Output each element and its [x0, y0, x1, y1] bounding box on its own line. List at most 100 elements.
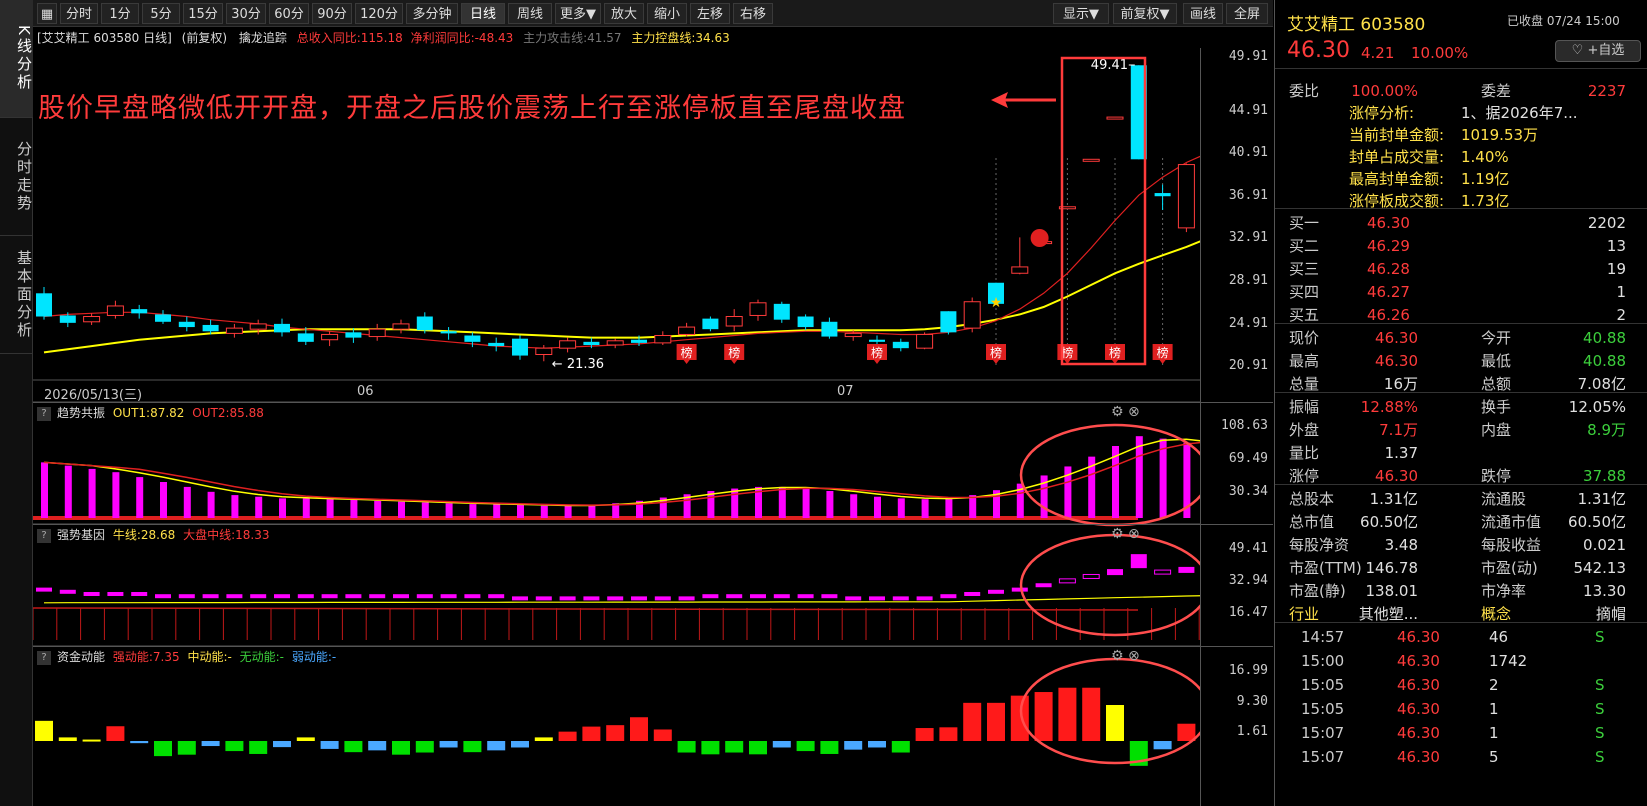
bang-marker: 榜: [1057, 344, 1078, 364]
sub1-out1-line: [43, 438, 1200, 507]
limit-analysis-row: 最高封单金额: 1.19亿: [1275, 168, 1647, 191]
sub3-bar: [463, 741, 482, 753]
tab-120min[interactable]: 120分: [355, 3, 403, 24]
adjust-menu[interactable]: 前复权▼: [1113, 3, 1177, 24]
sub3-bar: [130, 741, 149, 744]
row-value: 1019.53万: [1461, 126, 1539, 144]
sub1-tick: 30.34: [1228, 484, 1268, 499]
row-label-2: 概念: [1481, 605, 1512, 623]
fullscreen-button[interactable]: 全屏: [1226, 3, 1268, 24]
tab-multi-min[interactable]: 多分钟: [406, 3, 458, 24]
row-label-2: 内盘: [1481, 421, 1512, 439]
sub3-bar: [368, 741, 387, 751]
help-icon[interactable]: ?: [37, 406, 51, 421]
row-label: 行业: [1289, 605, 1320, 623]
indicator-name[interactable]: 擒龙追踪: [239, 31, 287, 45]
move-right-button[interactable]: 右移: [733, 3, 773, 24]
row-value: 1.40%: [1461, 148, 1509, 166]
sub3-bar: [749, 741, 767, 755]
row-label: 最高封单金额:: [1349, 170, 1445, 188]
attack-line: 主力攻击线:41.57: [523, 31, 622, 45]
sub1-bar: [897, 498, 905, 518]
tab-more[interactable]: 更多▼: [555, 3, 601, 24]
sub1-name[interactable]: 趋势共振: [57, 406, 105, 420]
tab-90min[interactable]: 90分: [312, 3, 352, 24]
row-label-2: 流通股: [1481, 490, 1527, 508]
sub3-bar: [939, 727, 958, 741]
grid-icon[interactable]: ▦: [37, 3, 57, 24]
sub1-bar: [88, 468, 96, 518]
sub3-bar: [415, 741, 434, 753]
sub2-block: [607, 596, 624, 601]
sub3-bar: [582, 726, 601, 741]
tab-1min[interactable]: 1分: [101, 3, 139, 24]
sub2-block: [916, 596, 933, 601]
sub2-name[interactable]: 强势基因: [57, 528, 105, 542]
tab-5min[interactable]: 5分: [142, 3, 180, 24]
display-menu[interactable]: 显示▼: [1053, 3, 1109, 24]
bid-row[interactable]: 买一 46.30 2202: [1275, 212, 1647, 235]
min-price-label: ← 21.36: [552, 357, 604, 372]
price-change: 4.21: [1361, 44, 1395, 62]
add-watchlist-button[interactable]: ♡ +自选: [1555, 40, 1641, 62]
sub1-header: ? 趋势共振 OUT1:87.82 OUT2:85.88: [33, 402, 1273, 423]
row-label: 封单占成交量:: [1349, 148, 1445, 166]
sub3-bar: [82, 739, 101, 742]
help-icon[interactable]: ?: [37, 528, 51, 543]
bid-row[interactable]: 买四 46.27 1: [1275, 281, 1647, 304]
sub1-bar: [350, 500, 358, 518]
sub2-bull: 牛线:28.68: [112, 528, 176, 542]
sub1-bar: [493, 504, 501, 518]
quote-row: 总股本 1.31亿 流通股 1.31亿: [1275, 488, 1647, 511]
move-left-button[interactable]: 左移: [690, 3, 730, 24]
bang-marker: 榜: [724, 344, 745, 364]
zoom-in-button[interactable]: 放大: [604, 3, 644, 24]
sub3-bar: [630, 717, 648, 741]
kline-chart[interactable]: 榜榜榜榜榜榜榜★49.41← 21.36 ⚙ ⊗⚙ ⊗⚙ ⊗: [33, 48, 1200, 806]
indicator-info-bar: [艾艾精工 603580 日线] (前复权) 擒龙追踪 总收入同比:115.18…: [33, 28, 1273, 48]
tab-intraday[interactable]: 分时走势: [0, 118, 33, 236]
tick-price: 46.30: [1397, 700, 1440, 718]
star-icon: ★: [990, 295, 1003, 311]
bid-row[interactable]: 买五 46.26 2: [1275, 304, 1647, 327]
row-label: 振幅: [1289, 398, 1320, 416]
draw-button[interactable]: 画线: [1183, 3, 1223, 24]
help-icon[interactable]: ?: [37, 650, 51, 665]
bid-row[interactable]: 买二 46.29 13: [1275, 235, 1647, 258]
tab-weekly[interactable]: 周线: [508, 3, 552, 24]
sub2-block: [440, 594, 457, 599]
revenue-yoy: 总收入同比:115.18: [296, 31, 403, 45]
tab-15min[interactable]: 15分: [183, 3, 223, 24]
quote-row: 涨停 46.30 跌停 37.88: [1275, 465, 1647, 488]
sub3-bar: [320, 741, 339, 749]
row-value-2: 40.88: [1583, 352, 1626, 370]
sub2-block: [654, 596, 671, 601]
tab-1m-time[interactable]: 分时: [60, 3, 98, 24]
tab-fundamentals[interactable]: 基本面分析: [0, 236, 33, 354]
row-value-2: 40.88: [1583, 329, 1626, 347]
row-value: 138.01: [1365, 582, 1419, 600]
sub2-block: [1082, 573, 1100, 579]
row-label: 现价: [1289, 329, 1320, 347]
row-label-2: 市盈(动): [1481, 559, 1538, 577]
quote-row: 现价 46.30 今开 40.88: [1275, 327, 1647, 350]
sub3-name[interactable]: 资金动能: [57, 650, 105, 664]
tab-30min[interactable]: 30分: [226, 3, 266, 24]
sub1-bar: [64, 465, 72, 518]
sub2-block: [226, 594, 243, 599]
bid-price: 46.28: [1367, 260, 1410, 278]
zoom-out-button[interactable]: 缩小: [647, 3, 687, 24]
tick-time: 15:05: [1301, 676, 1345, 694]
sub2-block: [83, 592, 100, 596]
price-axis: 49.91 44.91 40.91 36.91 32.91 28.91 24.9…: [1200, 48, 1274, 806]
sub2-block: [869, 596, 885, 601]
sub1-bar: [731, 488, 739, 518]
candle-up: [559, 340, 577, 349]
bid-row[interactable]: 买三 46.28 19: [1275, 258, 1647, 281]
row-label: 总市值: [1289, 513, 1335, 531]
sub3-tick: 16.99: [1228, 663, 1268, 678]
tab-kline[interactable]: K线分析: [0, 0, 33, 118]
tab-daily[interactable]: 日线: [461, 3, 505, 24]
candle-up: [1011, 266, 1029, 274]
tab-60min[interactable]: 60分: [269, 3, 309, 24]
